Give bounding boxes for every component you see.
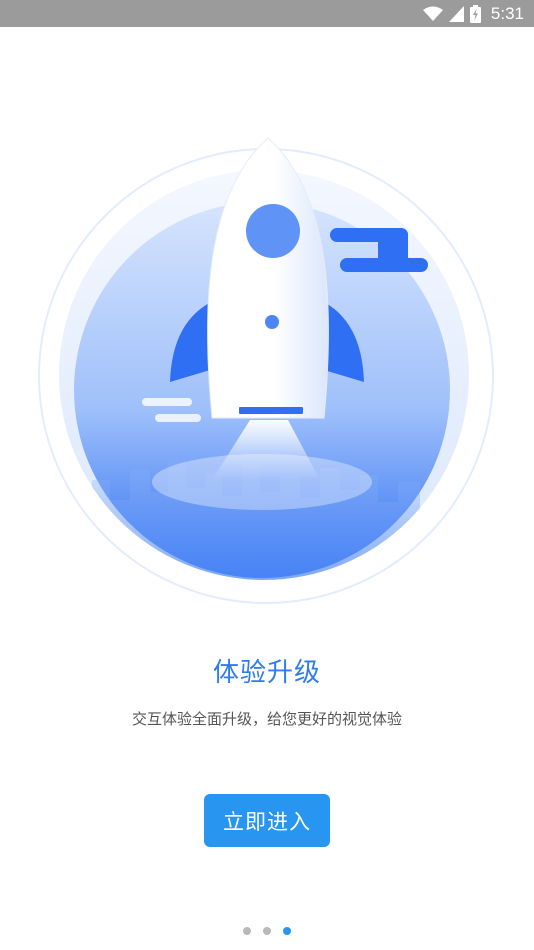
page-dot-2 <box>263 927 271 935</box>
status-time: 5:31 <box>490 3 524 23</box>
wifi-icon <box>422 6 443 22</box>
battery-icon <box>469 4 481 23</box>
status-icons: 5:31 <box>422 0 524 27</box>
page-dot-3-active <box>283 927 291 935</box>
signal-icon <box>448 5 464 22</box>
rocket-launch-illustration <box>0 120 534 630</box>
enter-now-button[interactable]: 立即进入 <box>204 794 330 847</box>
page-subtitle: 交互体验全面升级，给您更好的视觉体验 <box>131 710 402 728</box>
status-bar: 5:31 <box>0 0 534 27</box>
page-indicator <box>0 927 534 935</box>
page-title: 体验升级 <box>212 658 321 688</box>
page-dot-1 <box>243 927 251 935</box>
